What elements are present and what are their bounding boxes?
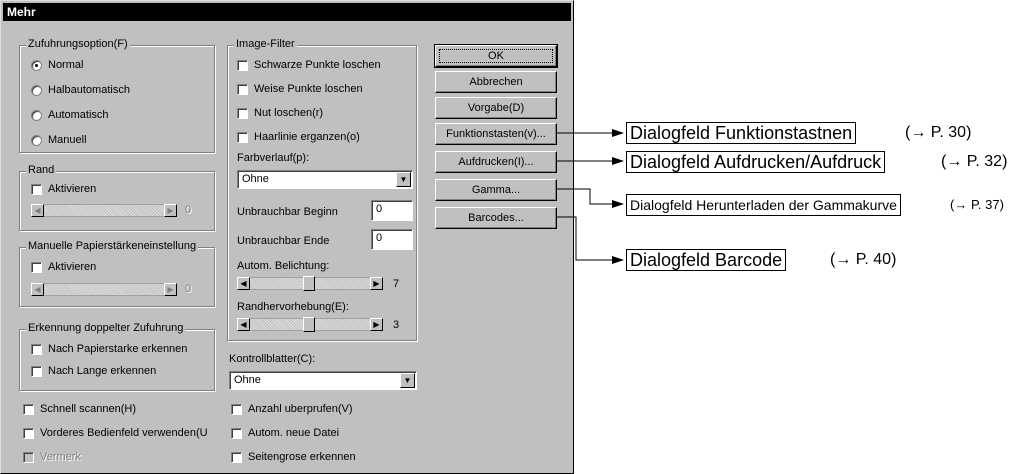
arrowhead-icon bbox=[612, 157, 624, 165]
annotation-imprint: Dialogfeld Aufdrucken/Aufdruck bbox=[626, 151, 886, 173]
arrowhead-icon bbox=[612, 200, 624, 208]
arrowhead-icon bbox=[612, 129, 624, 137]
annotation-ref: (→ P. 37) bbox=[950, 197, 1004, 212]
annotation-barcode: Dialogfeld Barcode bbox=[626, 249, 787, 271]
annotation-ref: (→ P. 30) bbox=[905, 124, 972, 141]
annotation-ref: (→ P. 32) bbox=[941, 153, 1008, 170]
arrow-line-barcodes bbox=[556, 216, 620, 261]
arrowhead-icon bbox=[612, 256, 624, 264]
annotation-arrows bbox=[556, 129, 624, 264]
annotation-function-keys: Dialogfeld Funktionstastnen bbox=[626, 122, 857, 144]
arrow-line-gamma bbox=[556, 188, 620, 205]
annotation-gamma: Dialogfeld Herunterladen der Gammakurve bbox=[626, 194, 901, 216]
annotation-ref: (→ P. 40) bbox=[830, 251, 897, 268]
